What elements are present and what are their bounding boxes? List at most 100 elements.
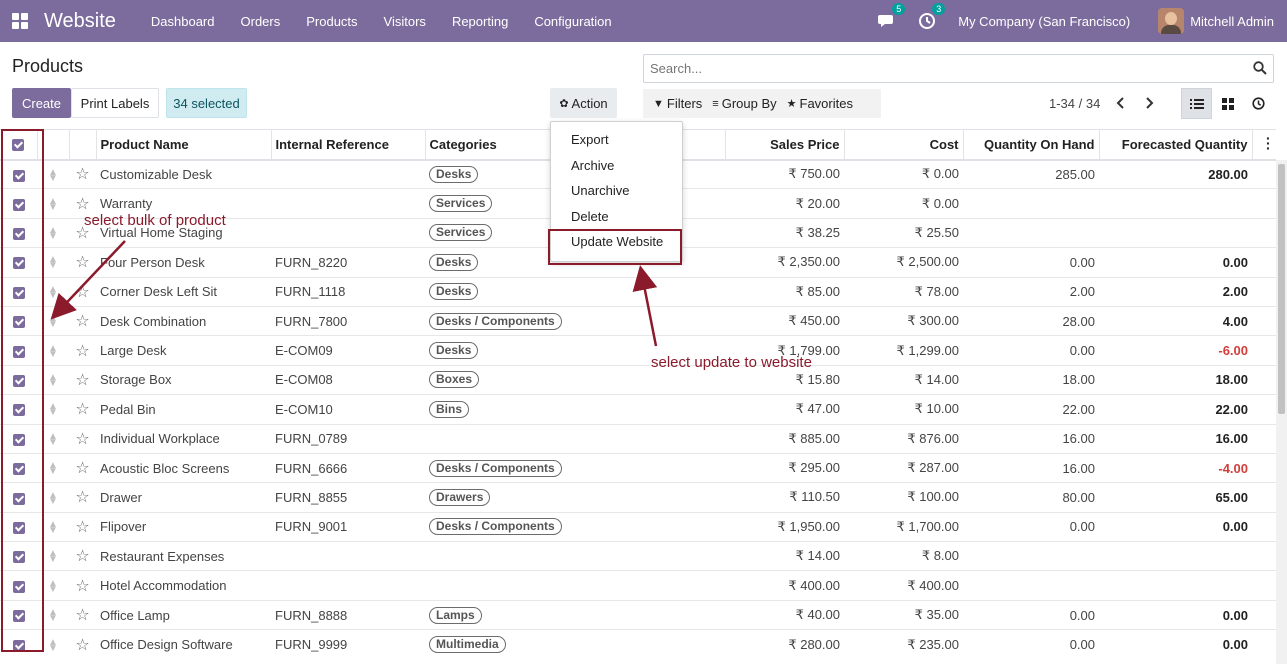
favorite-star-icon[interactable]: ☆ [69,541,96,571]
col-cost[interactable]: Cost [844,129,964,161]
quantity-on-hand: 0.00 [963,511,1099,542]
groupby-button[interactable]: ≡ Group By [712,96,776,111]
internal-reference: E-COM08 [271,364,425,395]
pager-value[interactable]: 1-34 / 34 [1049,96,1100,111]
table-row[interactable]: ▲ ▼ ☆ Drawer FURN_8855 Drawers ₹ 110.50 ₹ 100.0… [0,482,1276,513]
table-row[interactable]: ▲ ▼ ☆ Desk Combination FURN_7800 Desks / Comp… [0,305,1276,336]
favorite-star-icon[interactable]: ☆ [69,158,96,189]
menu-dashboard[interactable]: Dashboard [138,14,228,29]
cost: ₹ 876.00 [844,423,963,454]
filter-icon: ▼ [653,97,664,110]
favorite-star-icon[interactable]: ☆ [69,394,96,425]
table-row[interactable]: ▲ ▼ ☆ Corner Desk Left Sit FURN_1118 Desks ₹ 8… [0,276,1276,307]
favorite-star-icon[interactable]: ☆ [69,482,96,513]
kanban-view-icon[interactable] [1212,88,1243,119]
category-tag: Desks [429,165,479,183]
messages-icon[interactable]: 5 [878,3,906,30]
list-view-icon[interactable] [1181,88,1212,119]
menu-reporting[interactable]: Reporting [439,14,521,29]
col-internal-reference[interactable]: Internal Reference [271,129,426,161]
table-row[interactable]: ▲ ▼ ☆ Flipover FURN_9001 Desks / Components ₹ … [0,511,1276,542]
create-button[interactable]: Create [12,88,71,118]
activity-view-icon[interactable] [1243,88,1274,119]
scrollbar-thumb[interactable] [1278,164,1285,414]
favorite-star-icon[interactable]: ☆ [69,335,96,366]
table-row[interactable]: ▲ ▼ ☆ Individual Workplace FURN_0789 ₹ 885.00… [0,423,1276,454]
action-button[interactable]: ✿ Action [550,88,617,118]
star-icon: ★ [786,98,797,110]
company-switcher[interactable]: My Company (San Francisco) [958,14,1130,29]
cost: ₹ 78.00 [844,276,963,307]
favorite-star-icon[interactable]: ☆ [69,247,96,278]
table-row[interactable]: ▲ ▼ ☆ Large Desk E-COM09 Desks ₹ 1,799.00 ₹ 1,2… [0,335,1276,366]
action-unarchive[interactable]: Unarchive [551,179,682,205]
menu-configuration[interactable]: Configuration [521,14,624,29]
product-name: Large Desk [96,335,271,366]
product-name: Hotel Accommodation [96,570,271,601]
cost: ₹ 300.00 [844,305,963,336]
menu-orders[interactable]: Orders [228,14,294,29]
categories-cell: Bins [425,394,725,425]
user-avatar[interactable] [1158,8,1185,34]
category-tag: Multimedia [429,636,506,654]
header-favorite [69,129,97,161]
optional-columns-toggle[interactable] [1252,129,1276,161]
col-quantity-on-hand[interactable]: Quantity On Hand [963,129,1100,161]
table-row[interactable]: ▲ ▼ ☆ Office Design Software FURN_9999 Multim… [0,629,1276,660]
col-sales-price[interactable]: Sales Price [725,129,845,161]
table-row[interactable]: ▲ ▼ ☆ Office Lamp FURN_8888 Lamps ₹ 40.00 ₹ 35.… [0,599,1276,630]
sales-price: ₹ 2,350.00 [725,247,844,278]
favorites-button[interactable]: ★ Favorites [787,96,853,111]
search-icon[interactable] [1253,61,1267,75]
pager-previous-icon[interactable] [1114,94,1128,112]
internal-reference [271,570,425,601]
favorite-star-icon[interactable]: ☆ [69,599,96,630]
menu-products[interactable]: Products [293,14,370,29]
favorite-star-icon[interactable]: ☆ [69,305,96,336]
activities-clock-icon[interactable]: 3 [918,3,946,30]
internal-reference [271,217,425,248]
forecasted-quantity [1099,570,1252,601]
row-spacer [1252,629,1276,660]
category-tag: Desks [429,283,479,301]
action-delete[interactable]: Delete [551,205,682,231]
action-export[interactable]: Export [551,128,682,154]
table-row[interactable]: ▲ ▼ ☆ Pedal Bin E-COM10 Bins ₹ 47.00 ₹ 10.00 22.… [0,394,1276,425]
categories-cell: Desks / Components [425,452,725,483]
app-brand[interactable]: Website [44,10,116,33]
quantity-on-hand: 16.00 [963,423,1099,454]
apps-menu-icon[interactable] [12,13,28,29]
row-spacer [1252,599,1276,630]
pager-next-icon[interactable] [1142,94,1156,112]
favorite-star-icon[interactable]: ☆ [69,452,96,483]
favorites-label: Favorites [799,96,853,111]
table-row[interactable]: ▲ ▼ ☆ Hotel Accommodation ₹ 400.00 ₹ 400.00 [0,570,1276,601]
top-navbar: Website Dashboard Orders Products Visito… [0,0,1287,42]
filters-button[interactable]: ▼ Filters [653,96,702,111]
category-tag: Boxes [429,371,480,389]
table-row[interactable]: ▲ ▼ ☆ Restaurant Expenses ₹ 14.00 ₹ 8.00 [0,541,1276,571]
col-product-name[interactable]: Product Name [96,129,272,161]
internal-reference: E-COM09 [271,335,425,366]
category-tag: Desks [429,342,479,360]
cost: ₹ 1,299.00 [844,335,963,366]
user-menu[interactable]: Mitchell Admin [1190,14,1274,29]
favorite-star-icon[interactable]: ☆ [69,570,96,601]
favorite-star-icon[interactable]: ☆ [69,276,96,307]
quantity-on-hand: 0.00 [963,247,1099,278]
favorite-star-icon[interactable]: ☆ [69,511,96,542]
messages-badge: 5 [892,3,906,15]
favorite-star-icon[interactable]: ☆ [69,423,96,454]
table-row[interactable]: ▲ ▼ ☆ Acoustic Bloc Screens FURN_6666 Desks /… [0,452,1276,483]
groupby-label: Group By [721,96,777,111]
col-forecasted-quantity[interactable]: Forecasted Quantity [1099,129,1253,161]
scrollbar[interactable] [1276,160,1287,664]
search-input[interactable] [644,55,1234,82]
favorite-star-icon[interactable]: ☆ [69,629,96,660]
favorite-star-icon[interactable]: ☆ [69,364,96,395]
menu-visitors[interactable]: Visitors [371,14,439,29]
action-archive[interactable]: Archive [551,154,682,180]
table-row[interactable]: ▲ ▼ ☆ Storage Box E-COM08 Boxes ₹ 15.80 ₹ 14.00… [0,364,1276,395]
kebab-icon[interactable]: · · · [1266,131,1271,155]
print-labels-button[interactable]: Print Labels [71,88,159,118]
